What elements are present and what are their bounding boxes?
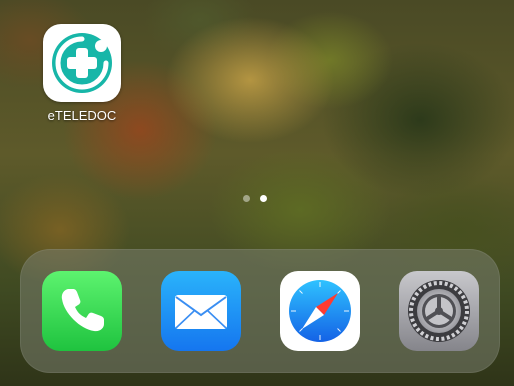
page-indicator[interactable] bbox=[243, 195, 267, 202]
app-label-eteledoc: eTELEDOC bbox=[47, 108, 117, 123]
phone-icon[interactable] bbox=[42, 271, 122, 351]
app-eteledoc[interactable]: eTELEDOC bbox=[34, 24, 130, 123]
page-dot-1[interactable] bbox=[243, 195, 250, 202]
settings-gear-icon[interactable] bbox=[399, 271, 479, 351]
mail-icon[interactable] bbox=[161, 271, 241, 351]
home-screen: eTELEDOC bbox=[0, 0, 514, 386]
eteledoc-icon[interactable] bbox=[43, 24, 121, 102]
safari-icon[interactable] bbox=[280, 271, 360, 351]
page-dot-2[interactable] bbox=[260, 195, 267, 202]
dock bbox=[20, 249, 500, 373]
